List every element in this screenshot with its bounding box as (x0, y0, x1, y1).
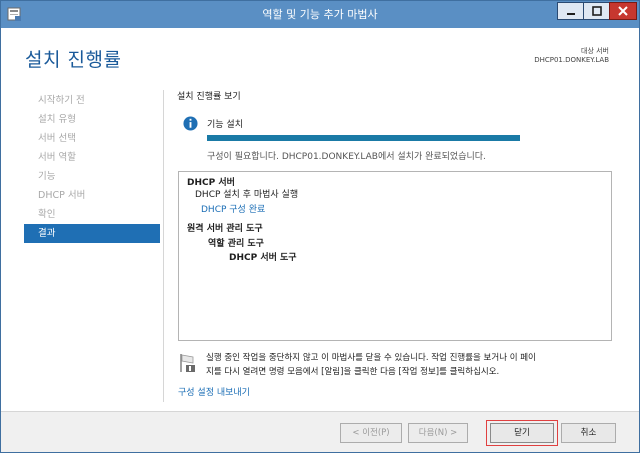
minimize-icon (566, 13, 575, 15)
info-icon (183, 116, 198, 131)
nav-item-dhcp-server[interactable]: DHCP 서버 (24, 186, 160, 205)
nav-divider (163, 90, 164, 402)
progress-message: 구성이 필요합니다. DHCP01.DONKEY.LAB에서 설치가 완료되었습… (207, 152, 486, 162)
maximize-icon (591, 6, 602, 16)
nav-item-server-selection[interactable]: 서버 선택 (24, 129, 160, 148)
detail-remote-server-admin-tools: 원격 서버 관리 도구 (187, 224, 263, 234)
nav-item-server-roles[interactable]: 서버 역할 (24, 148, 160, 167)
installation-details-list[interactable]: DHCP 서버 DHCP 설치 후 마법사 실행 DHCP 구성 완료 원격 서… (178, 171, 612, 341)
close-window-button[interactable] (609, 2, 637, 20)
detail-role-admin-tools: 역할 관리 도구 (208, 239, 264, 249)
progress-bar (207, 135, 520, 141)
maximize-button[interactable] (583, 2, 610, 20)
title-bar[interactable]: 역할 및 기능 추가 마법사 (1, 1, 639, 28)
cancel-button[interactable]: 취소 (561, 423, 616, 443)
status-label: 기능 설치 (207, 120, 243, 130)
target-server-value: DHCP01.DONKEY.LAB (534, 56, 609, 64)
complete-dhcp-configuration-link[interactable]: DHCP 구성 완료 (201, 202, 265, 215)
wizard-window: 역할 및 기능 추가 마법사 설치 진행률 대상 서버 DHCP01.DONKE… (0, 0, 640, 453)
note-text-line-1: 실행 중인 작업을 중단하지 않고 이 마법사를 닫을 수 있습니다. 작업 진… (206, 353, 536, 363)
nav-item-features[interactable]: 기능 (24, 167, 160, 186)
export-configuration-link[interactable]: 구성 설정 내보내기 (178, 385, 250, 398)
page-title: 설치 진행률 (25, 49, 122, 71)
nav-item-installation-type[interactable]: 설치 유형 (24, 110, 160, 129)
window-title: 역할 및 기능 추가 마법사 (262, 8, 378, 21)
wizard-nav: 시작하기 전 설치 유형 서버 선택 서버 역할 기능 DHCP 서버 확인 결… (24, 91, 160, 243)
nav-item-confirmation[interactable]: 확인 (24, 205, 160, 224)
nav-item-results[interactable]: 결과 (24, 224, 160, 243)
note-text-line-2: 지를 다시 열려면 명령 모음에서 [알림]을 클릭한 다음 [작업 정보]를 … (206, 367, 500, 377)
previous-button[interactable]: < 이전(P) (340, 423, 402, 443)
detail-dhcp-server-tools: DHCP 서버 도구 (229, 253, 297, 263)
next-button[interactable]: 다음(N) > (408, 423, 468, 443)
target-server-label: 대상 서버 (581, 47, 609, 55)
section-title: 설치 진행률 보기 (177, 92, 241, 102)
wizard-footer: < 이전(P) 다음(N) > 닫기 취소 (1, 411, 639, 452)
detail-run-post-install-wizard: DHCP 설치 후 마법사 실행 (195, 190, 299, 200)
flag-icon (180, 354, 195, 372)
nav-item-before-you-begin[interactable]: 시작하기 전 (24, 91, 160, 110)
close-button[interactable]: 닫기 (490, 423, 554, 443)
minimize-button[interactable] (557, 2, 584, 20)
progress-bar-fill (207, 135, 520, 141)
close-icon (618, 6, 628, 16)
